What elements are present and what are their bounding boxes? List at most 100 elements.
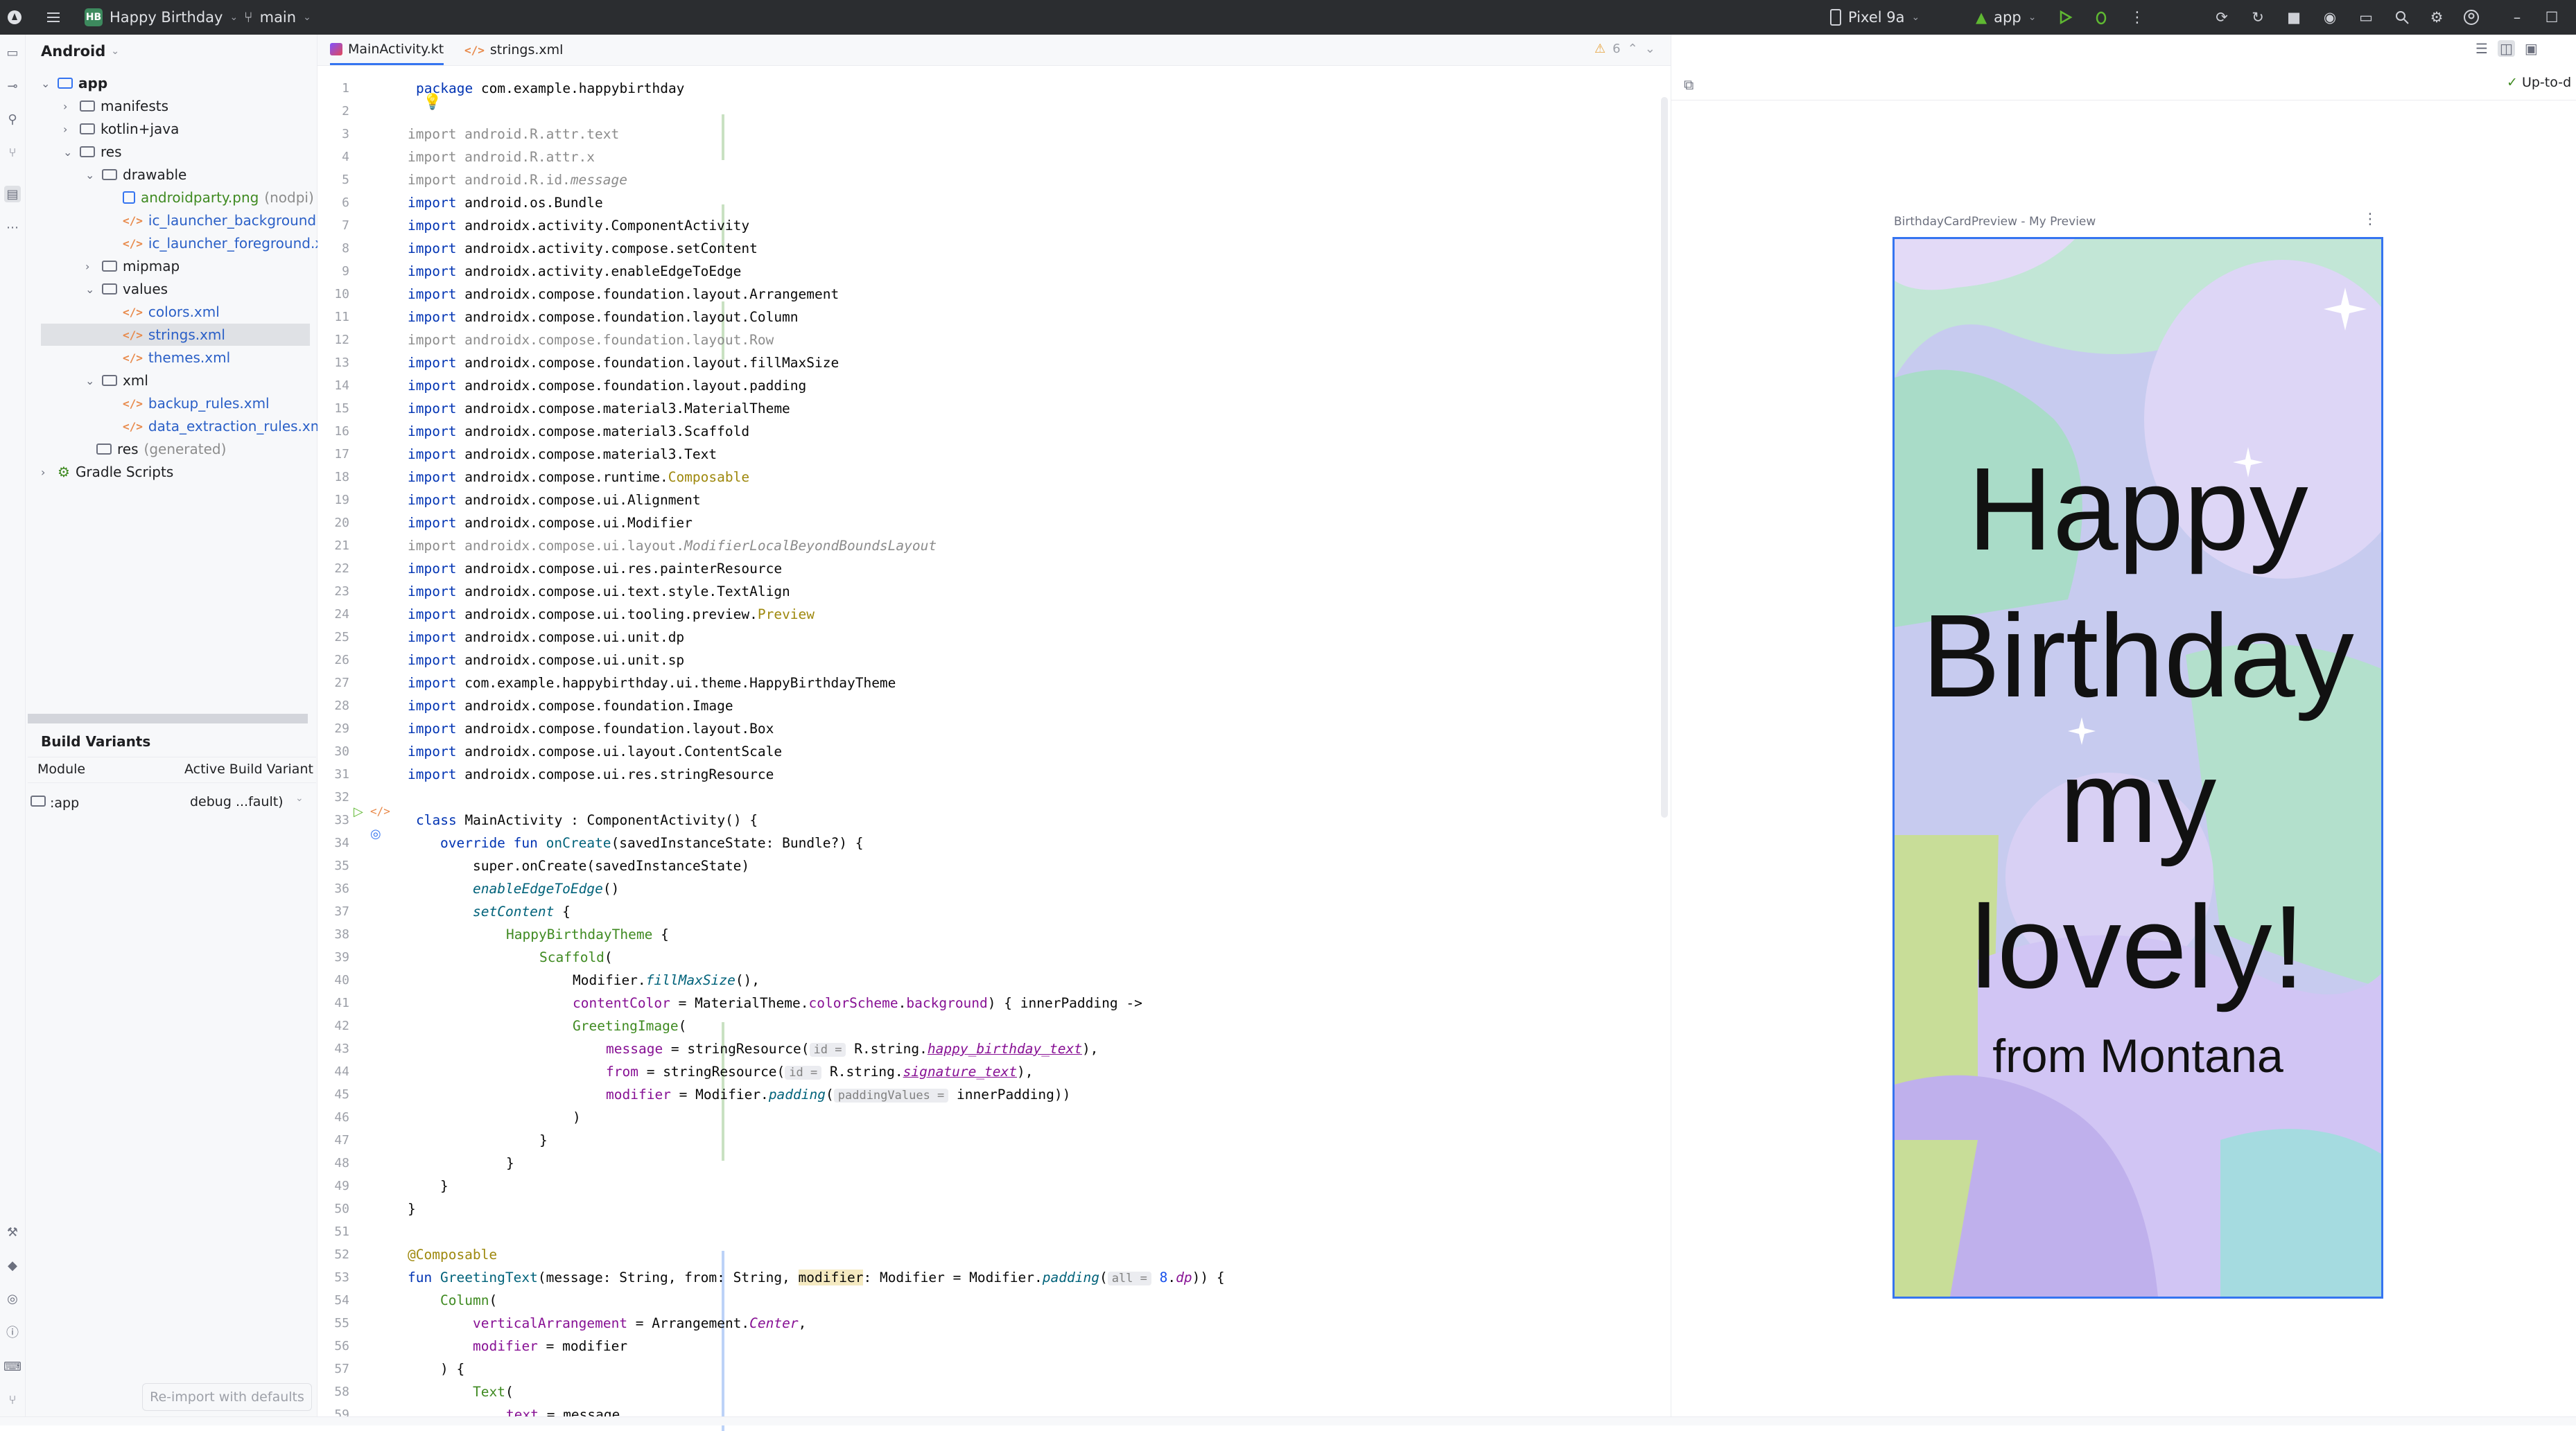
android-icon: ▲ — [1976, 9, 1987, 26]
split-view-icon[interactable]: ◫ — [2497, 40, 2515, 57]
project-selector[interactable]: HB Happy Birthday ⌄ — [85, 8, 238, 26]
tab-mainactivity[interactable]: MainActivity.kt — [330, 35, 444, 65]
code-text: androidx.compose.ui.Modifier — [456, 515, 693, 531]
compose-preview-gutter-icon[interactable]: </> — [370, 805, 390, 818]
variant-dropdown[interactable]: debug ...fault) — [190, 794, 284, 809]
tree-item-ic-launcher-background[interactable]: </> ic_launcher_background.xml — [123, 209, 346, 231]
tree-item-res-generated[interactable]: res (generated) — [80, 438, 226, 460]
line-number: 21 — [334, 538, 349, 553]
tree-item-gradle-scripts[interactable]: › ⚙ Gradle Scripts — [41, 461, 173, 483]
rerun-icon[interactable]: ↻ — [2249, 8, 2267, 26]
column-header-module[interactable]: Module — [37, 762, 85, 777]
tree-item-themes-xml[interactable]: </> themes.xml — [123, 346, 230, 369]
keyword: import — [408, 675, 457, 691]
build-icon[interactable]: ⚒ — [4, 1224, 21, 1240]
keyword: import — [408, 652, 457, 668]
tree-item-values[interactable]: ⌄ values — [85, 278, 168, 300]
more-vertical-icon[interactable]: ⋮ — [2362, 211, 2378, 228]
code-line: super.onCreate(savedInstanceState) — [473, 854, 749, 877]
code-text: androidx.compose.foundation.layout.paddi… — [456, 378, 807, 394]
code-text: super.onCreate(savedInstanceState) — [473, 858, 750, 874]
keyword: import — [408, 446, 457, 462]
keyword: import — [408, 583, 457, 599]
app-inspection-icon[interactable]: ◎ — [4, 1290, 21, 1307]
code-text: = Arrangement. — [627, 1315, 750, 1331]
tree-item-androidparty-png[interactable]: androidparty.png (nodpi) — [123, 186, 314, 209]
inspection-widget[interactable]: ⚠ 6 ⌃ ⌄ — [1594, 42, 1655, 56]
code-text: ( — [604, 949, 613, 965]
settings-gear-icon[interactable]: ⚙ — [2428, 8, 2446, 26]
line-number: 14 — [334, 378, 349, 393]
main-menu-icon[interactable] — [44, 8, 62, 26]
preview-status-text: Up-to-d — [2521, 75, 2572, 90]
code-line: import androidx.compose.ui.unit.dp — [408, 626, 684, 649]
design-view-icon[interactable]: ▣ — [2525, 40, 2538, 57]
tab-label: MainActivity.kt — [348, 41, 444, 57]
tree-item-manifests[interactable]: › manifests — [63, 95, 168, 117]
maximize-window-icon[interactable]: ☐ — [2543, 8, 2561, 26]
preview-status: ✓ Up-to-d — [2507, 75, 2571, 90]
change-marker — [722, 114, 724, 160]
more-vertical-icon[interactable]: ⋮ — [2128, 8, 2146, 26]
profiler-icon[interactable]: ◉ — [2321, 8, 2339, 26]
override-gutter-icon[interactable]: ◎ — [370, 827, 381, 841]
device-manager-icon[interactable]: ▭ — [2357, 8, 2375, 26]
tree-item-drawable[interactable]: ⌄ drawable — [85, 164, 186, 186]
greeting-line: lovely! — [1971, 881, 2305, 1013]
column-header-variant[interactable]: Active Build Variant — [184, 762, 313, 777]
search-icon[interactable] — [2393, 8, 2411, 26]
run-config-selector[interactable]: ▲ app ⌄ — [1976, 9, 2036, 26]
code-text: ( — [678, 1018, 687, 1034]
version-control-icon[interactable]: ⑂ — [4, 1392, 21, 1408]
code-text: androidx.compose.foundation.layout.Colum… — [456, 309, 799, 325]
more-tools-icon[interactable]: ⋯ — [4, 219, 21, 236]
tree-item-xml[interactable]: ⌄ xml — [85, 369, 148, 392]
code-line: import androidx.compose.foundation.layou… — [408, 374, 806, 397]
run-gutter-icon[interactable]: ▷ — [354, 805, 363, 819]
minimize-window-icon[interactable]: – — [2508, 8, 2526, 26]
account-icon[interactable] — [2462, 8, 2480, 26]
run-icon[interactable] — [2056, 8, 2074, 26]
reimport-button[interactable]: Re-import with defaults — [142, 1383, 312, 1411]
tree-item-res[interactable]: ⌄ res — [63, 141, 122, 163]
code-editor[interactable]: 1 2 3 4 5 6 7 8 9 10 11 12 13 14 15 16 17 18 19 20 21 22 23 24 2… — [317, 66, 1671, 1431]
tree-item-backup-rules[interactable]: </> backup_rules.xml — [123, 392, 270, 414]
code-line: import androidx.compose.ui.res.painterRe… — [408, 557, 782, 580]
code-text: import androidx.compose.ui.layout. — [408, 538, 685, 554]
device-selector[interactable]: Pixel 9a ⌄ — [1830, 9, 1920, 26]
tab-strings-xml[interactable]: </> strings.xml — [464, 35, 563, 65]
chevron-down-icon[interactable]: ⌄ — [295, 793, 304, 804]
tree-item-mipmap[interactable]: › mipmap — [85, 255, 180, 277]
table-row[interactable]: :app debug ...fault) ⌄ — [28, 789, 316, 819]
tree-item-colors-xml[interactable]: </> colors.xml — [123, 301, 220, 323]
tree-item-data-extraction-rules[interactable]: </> data_extraction_rules.xml — [123, 415, 328, 437]
logcat-icon[interactable]: ◆ — [4, 1257, 21, 1274]
stop-icon[interactable]: ■ — [2285, 8, 2303, 26]
line-number: 50 — [334, 1202, 349, 1216]
tree-item-strings-xml[interactable]: </> strings.xml — [41, 324, 310, 346]
preview-toolbar-icon[interactable]: ⧉ — [1684, 76, 1694, 93]
project-folder-icon[interactable]: ▭ — [4, 44, 21, 61]
commit-icon[interactable]: ⊸ — [4, 78, 21, 94]
problems-icon[interactable]: ⓘ — [4, 1324, 21, 1340]
debug-icon[interactable] — [2092, 8, 2110, 26]
tree-item-ic-launcher-foreground[interactable]: </> ic_launcher_foreground.xml — [123, 232, 340, 254]
tree-item-app[interactable]: ⌄ app — [41, 72, 107, 94]
sync-icon[interactable]: ⟳ — [2213, 8, 2231, 26]
keyword: import — [408, 218, 457, 234]
terminal-icon[interactable]: ⌨ — [3, 1358, 21, 1375]
pull-requests-icon[interactable]: ⑂ — [4, 144, 21, 161]
code-line: enableEdgeToEdge() — [473, 877, 619, 900]
project-view-selector[interactable]: Android ⌄ — [26, 35, 317, 68]
build-variants-icon[interactable]: ▤ — [4, 186, 21, 202]
panel-splitter[interactable] — [28, 714, 308, 723]
code-text: modifier — [798, 1270, 864, 1285]
android-studio-logo-icon[interactable] — [6, 8, 24, 26]
code-text: = stringResource( — [663, 1041, 810, 1057]
tree-item-kotlin-java[interactable]: › kotlin+java — [63, 118, 179, 140]
code-view-icon[interactable]: ☰ — [2475, 40, 2488, 57]
branch-selector[interactable]: ⑂ main ⌄ — [244, 9, 311, 26]
birthday-card-preview[interactable]: Happy Birthday my lovely! from Montana — [1892, 237, 2383, 1299]
structure-icon[interactable]: ⚲ — [4, 111, 21, 128]
editor-scrollbar[interactable] — [1661, 97, 1668, 818]
